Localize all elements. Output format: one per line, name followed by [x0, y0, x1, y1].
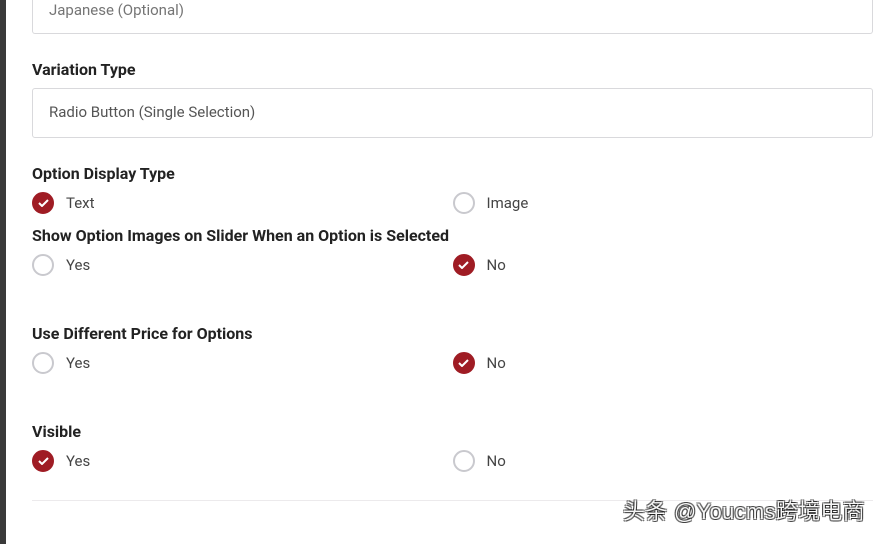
show-images-yes-radio[interactable] — [32, 254, 54, 276]
show-option-images-label: Show Option Images on Slider When an Opt… — [32, 226, 873, 245]
use-different-price-group: Use Different Price for Options Yes No — [32, 324, 873, 374]
show-images-no-radio[interactable] — [453, 254, 475, 276]
visible-group: Visible Yes No — [32, 422, 873, 472]
option-display-image-radio[interactable] — [453, 192, 475, 214]
visible-no-label: No — [487, 452, 506, 470]
option-display-text-radio[interactable] — [32, 192, 54, 214]
variation-type-select-wrap: Radio Button (Single Selection) — [32, 88, 873, 138]
option-display-type-label: Option Display Type — [32, 164, 873, 183]
show-option-images-group: Show Option Images on Slider When an Opt… — [32, 226, 873, 276]
scrollbar-vertical[interactable] — [0, 0, 6, 544]
show-images-no-label: No — [487, 256, 506, 274]
diff-price-no-label: No — [487, 354, 506, 372]
check-icon — [458, 359, 469, 367]
variation-type-select[interactable]: Radio Button (Single Selection) — [32, 88, 873, 138]
check-icon — [38, 199, 49, 207]
option-display-text-label: Text — [66, 194, 95, 212]
check-icon — [38, 457, 49, 465]
option-display-image-label: Image — [487, 194, 529, 212]
japanese-input[interactable] — [32, 0, 873, 34]
visible-label: Visible — [32, 422, 873, 441]
option-display-type-group: Option Display Type Text Image — [32, 164, 873, 214]
diff-price-yes-label: Yes — [66, 354, 90, 372]
form-content: Variation Type Radio Button (Single Sele… — [0, 0, 873, 501]
check-icon — [458, 261, 469, 269]
visible-no-radio[interactable] — [453, 450, 475, 472]
variation-type-label: Variation Type — [32, 60, 873, 79]
use-different-price-label: Use Different Price for Options — [32, 324, 873, 343]
visible-yes-label: Yes — [66, 452, 90, 470]
visible-yes-radio[interactable] — [32, 450, 54, 472]
variation-type-group: Variation Type Radio Button (Single Sele… — [32, 60, 873, 138]
watermark-text: 头条 @Youcms跨境电商 — [623, 494, 865, 526]
diff-price-yes-radio[interactable] — [32, 352, 54, 374]
diff-price-no-radio[interactable] — [453, 352, 475, 374]
show-images-yes-label: Yes — [66, 256, 90, 274]
